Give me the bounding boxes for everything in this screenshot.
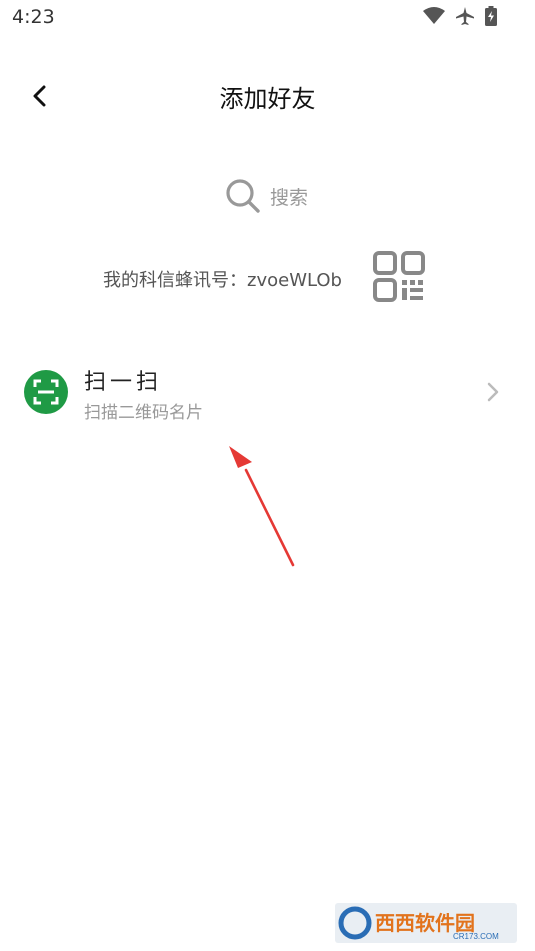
watermark-logo: 西西软件园 CR173.COM (335, 903, 517, 943)
scan-qr-row[interactable]: 扫一扫 扫描二维码名片 (0, 356, 535, 430)
scan-icon (24, 370, 68, 414)
status-icons (423, 6, 497, 26)
scan-subtitle: 扫描二维码名片 (84, 403, 203, 423)
wifi-icon (423, 7, 445, 25)
search-label: 搜索 (270, 186, 309, 209)
qr-code-icon (373, 251, 425, 302)
account-id-line: 我的科信蜂讯号：zvoeWLOb (103, 266, 342, 292)
status-bar: 4:23 (0, 0, 535, 36)
airplane-mode-icon (455, 6, 475, 26)
chevron-right-icon (487, 382, 499, 402)
account-id-prefix: 我的科信蜂讯号： (103, 270, 247, 291)
annotation-arrow (229, 446, 295, 567)
page-title: 添加好友 (219, 85, 316, 113)
watermark-sub: CR173.COM (453, 932, 499, 941)
battery-charging-icon (485, 6, 497, 26)
search-button[interactable]: 搜索 (224, 176, 324, 216)
account-id-value: zvoeWLOb (247, 270, 342, 291)
search-icon (226, 179, 260, 213)
status-time: 4:23 (12, 6, 55, 28)
my-qr-code-button[interactable] (373, 251, 427, 303)
scan-title: 扫一扫 (84, 370, 163, 395)
